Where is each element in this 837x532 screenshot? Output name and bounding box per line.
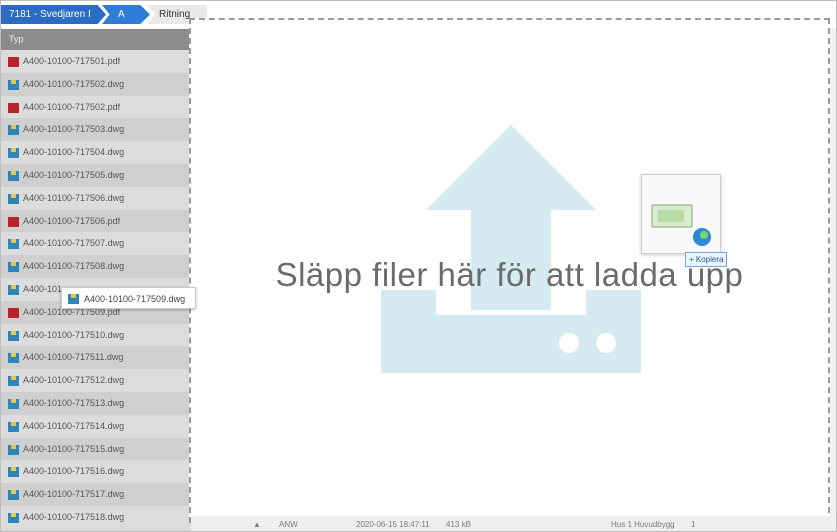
drop-zone-message: Släpp filer här för att ladda upp bbox=[275, 256, 744, 293]
file-name: A400-10100-717517.dwg bbox=[23, 489, 125, 500]
breadcrumb-item-discipline[interactable]: A bbox=[102, 5, 150, 24]
file-name: A400-10100-717512.dwg bbox=[23, 375, 125, 386]
file-list: Typ A400-10100-717501.pdf A400-10100-7175… bbox=[1, 29, 191, 531]
file-list-item[interactable]: A400-10100-717502.dwg bbox=[1, 72, 191, 96]
breadcrumb-item-project[interactable]: 7181 - Svedjaren I bbox=[1, 5, 106, 24]
file-list-item[interactable]: A400-10100-717518.dwg bbox=[1, 506, 191, 529]
file-name: A400-10100-717502.pdf bbox=[23, 101, 121, 112]
file-list-item[interactable]: A400-10100-717511.dwg bbox=[1, 346, 191, 370]
dwg-file-icon bbox=[8, 490, 19, 501]
file-name: A400-10100-717511.dwg bbox=[23, 352, 124, 363]
file-name: A400-10100-717515.dwg bbox=[23, 443, 125, 454]
dwg-file-icon bbox=[8, 148, 19, 159]
user-icon: ▲ bbox=[253, 520, 261, 529]
upload-icon bbox=[381, 125, 641, 373]
dwg-file-icon bbox=[8, 421, 19, 432]
file-name: A400-10100-717516.dwg bbox=[23, 466, 125, 477]
file-name: A400-10100-717507.dwg bbox=[23, 238, 125, 249]
footer-row: ▲ ANW 2020-06-15 18:47:11 413 kB Hus 1 H… bbox=[191, 516, 836, 531]
file-name: A400-101 bbox=[23, 284, 63, 294]
dwg-file-icon bbox=[8, 239, 19, 250]
dwg-file-icon bbox=[8, 262, 19, 273]
footer-size: 413 kB bbox=[446, 520, 471, 529]
file-list-item[interactable]: A400-10100-717501.pdf bbox=[1, 50, 191, 73]
file-list-item[interactable]: A400-10100-717506.dwg bbox=[1, 186, 191, 210]
footer-user: ANW bbox=[279, 520, 298, 529]
file-list-item[interactable]: A400-10100-717517.dwg bbox=[1, 483, 191, 507]
file-list-header[interactable]: Typ bbox=[1, 29, 191, 50]
drag-thumbnail bbox=[641, 174, 721, 254]
dwg-file-icon bbox=[8, 285, 19, 295]
file-name: A400-10100-717503.dwg bbox=[23, 124, 125, 135]
file-list-item[interactable]: A400-10100-717505.dwg bbox=[1, 164, 191, 187]
file-list-item[interactable]: A400-10100-717510.dwg bbox=[1, 323, 191, 347]
app-window: 7181 - Svedjaren I A Ritning Typ A400-10… bbox=[0, 0, 837, 532]
pdf-file-icon bbox=[8, 57, 19, 67]
footer-date: 2020-06-15 18:47:11 bbox=[356, 520, 430, 529]
copy-badge: + Kopiera bbox=[685, 252, 728, 267]
file-name: A400-10100-717505.dwg bbox=[23, 170, 125, 180]
file-name: A400-10100-717508.dwg bbox=[23, 261, 125, 272]
file-list-item[interactable]: A400-10100-717515.dwg bbox=[1, 437, 191, 461]
file-name: A400-10100-717518.dwg bbox=[23, 512, 125, 522]
file-list-item[interactable]: A400-10100-717514.dwg bbox=[1, 414, 191, 438]
dwg-file-icon bbox=[8, 193, 19, 204]
file-name: A400-10100-717502.dwg bbox=[23, 78, 125, 89]
pdf-file-icon bbox=[8, 216, 19, 227]
file-list-item[interactable]: A400-10100-717502.pdf bbox=[1, 95, 191, 119]
drop-zone[interactable]: Släpp filer här för att ladda upp bbox=[189, 18, 830, 523]
file-name: A400-10100-717506.dwg bbox=[23, 192, 125, 203]
file-list-item[interactable]: A400-10100-717504.dwg bbox=[1, 141, 191, 165]
file-name: A400-10100-717501.pdf bbox=[23, 56, 121, 66]
file-list-item[interactable]: A400-10100-717508.dwg bbox=[1, 255, 191, 279]
footer-building: Hus 1 Huvudbygg bbox=[611, 520, 675, 529]
file-name: A400-10100-717504.dwg bbox=[23, 147, 125, 158]
file-list-item[interactable]: A400-10100-717513.dwg bbox=[1, 392, 191, 415]
drag-filename: A400-10100-717509.dwg bbox=[84, 294, 186, 304]
file-list-item[interactable]: A400-10100-717503.dwg bbox=[1, 118, 191, 142]
dwg-file-icon bbox=[8, 376, 19, 387]
dwg-file-icon bbox=[8, 444, 19, 455]
file-list-item[interactable]: A400-10100-717506.pdf bbox=[1, 209, 191, 233]
file-name: A400-10100-717510.dwg bbox=[23, 329, 125, 340]
pdf-file-icon bbox=[8, 102, 19, 113]
pdf-file-icon bbox=[8, 307, 19, 318]
file-list-item[interactable]: A400-10100-717516.dwg bbox=[1, 460, 191, 484]
footer-count: 1 bbox=[691, 520, 696, 529]
dwg-file-icon bbox=[8, 79, 19, 90]
dwg-file-icon bbox=[8, 399, 19, 409]
dwg-file-icon bbox=[8, 353, 19, 364]
dwg-file-icon bbox=[8, 125, 19, 136]
file-list-item[interactable]: A400-10100-717512.dwg bbox=[1, 369, 191, 393]
file-name: A400-10100-717514.dwg bbox=[23, 420, 125, 431]
dwg-file-icon bbox=[68, 294, 79, 304]
file-list-item[interactable]: A400-10100-717507.dwg bbox=[1, 232, 191, 256]
drag-tooltip: A400-10100-717509.dwg bbox=[61, 287, 196, 309]
dwg-file-icon bbox=[8, 171, 19, 181]
dwg-file-icon bbox=[8, 330, 19, 341]
dwg-file-icon bbox=[8, 467, 19, 478]
dwg-file-icon bbox=[8, 513, 19, 523]
file-name: A400-10100-717506.pdf bbox=[23, 215, 121, 226]
file-name: A400-10100-717513.dwg bbox=[23, 398, 125, 408]
